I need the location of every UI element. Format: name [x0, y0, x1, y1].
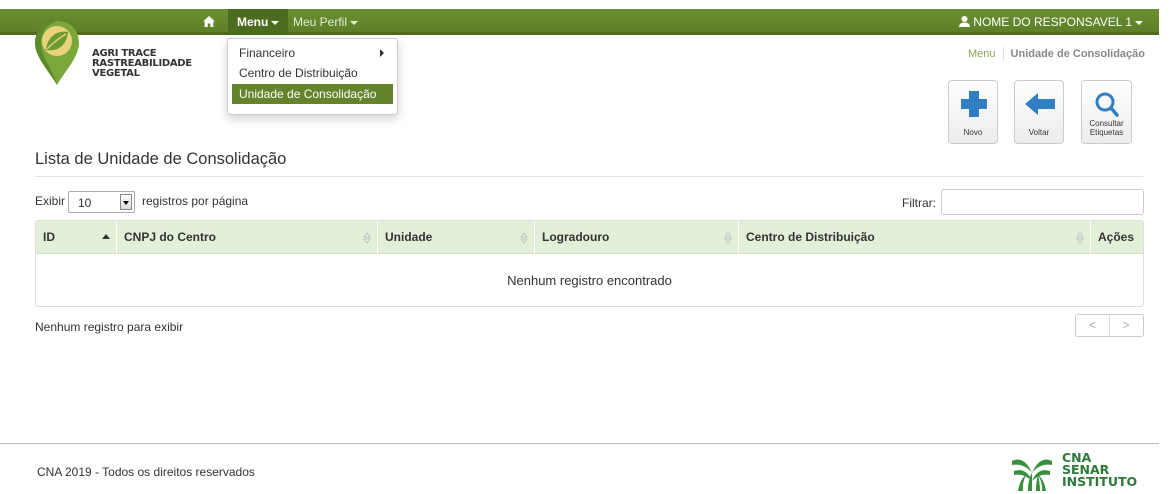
column-header-unidade[interactable]: Unidade — [378, 221, 535, 254]
page-size-select[interactable]: 10 — [68, 191, 135, 213]
column-header-cnpj[interactable]: CNPJ do Centro — [117, 221, 378, 254]
title-divider — [35, 176, 1143, 177]
profile-label: Meu Perfil — [293, 15, 348, 29]
chevron-right-icon — [380, 49, 384, 57]
per-page-label: registros por página — [142, 194, 249, 208]
pagination: < > — [1075, 314, 1144, 337]
menu-item-financeiro[interactable]: Financeiro — [228, 43, 397, 63]
consult-labels-button-label: Consultar Etiquetas — [1082, 119, 1131, 137]
previous-page-button[interactable]: < — [1076, 315, 1110, 336]
column-header-label: Centro de Distribuição — [746, 230, 875, 244]
user-icon — [959, 16, 971, 27]
new-button[interactable]: Novo — [948, 80, 998, 144]
cna-senar-logo-text: CNA SENAR INSTITUTO — [1062, 451, 1138, 489]
menu-item-label: Centro de Distribuição — [239, 66, 358, 80]
consult-labels-button[interactable]: Consultar Etiquetas — [1081, 80, 1132, 144]
footer-copyright: CNA 2019 - Todos os direitos reservados — [37, 465, 255, 479]
back-button-label: Voltar — [1028, 128, 1050, 137]
plus-icon — [961, 91, 987, 117]
profile-dropdown-toggle[interactable]: Meu Perfil — [287, 9, 364, 35]
agritrace-logo[interactable] — [33, 19, 81, 87]
logo-line-3: INSTITUTO — [1062, 474, 1138, 489]
sort-icon — [363, 232, 371, 244]
menu-item-unidade-consolidacao[interactable]: Unidade de Consolidação — [232, 84, 393, 104]
menu-label: Menu — [237, 15, 269, 29]
user-name: NOME DO RESPONSAVEL 1 — [973, 15, 1132, 29]
sort-ascending-icon — [102, 234, 110, 239]
arrow-left-icon — [1025, 93, 1055, 115]
column-header-id[interactable]: ID — [36, 221, 117, 254]
column-header-label: CNPJ do Centro — [124, 230, 217, 244]
new-button-label: Novo — [963, 128, 983, 137]
menu-dropdown-toggle[interactable]: Menu — [228, 9, 289, 35]
brand-line-3: VEGETAL — [92, 68, 140, 79]
next-page-button[interactable]: > — [1109, 315, 1143, 336]
chevron-down-icon — [120, 194, 132, 210]
back-button[interactable]: Voltar — [1014, 80, 1064, 144]
chevron-down-icon — [271, 20, 280, 25]
breadcrumb: Menu Unidade de Consolidação — [968, 47, 1145, 61]
consolidation-units-table: ID CNPJ do Centro Unidade Logradouro Cen… — [35, 220, 1144, 307]
navbar-bar: Menu Meu Perfil NOME DO RESPONSAVEL 1 — [0, 9, 1159, 35]
menu-dropdown: Financeiro Centro de Distribuição Unidad… — [227, 38, 398, 115]
column-header-centro-distribuicao[interactable]: Centro de Distribuição — [739, 221, 1091, 254]
consult-label-line-1: Consultar — [1089, 119, 1124, 128]
breadcrumb-current: Unidade de Consolidação — [1010, 47, 1145, 60]
filter-input[interactable] — [941, 189, 1144, 215]
column-header-label: ID — [43, 230, 55, 244]
menu-item-label: Financeiro — [239, 46, 296, 60]
breadcrumb-link-menu[interactable]: Menu — [968, 48, 996, 60]
breadcrumb-divider — [1002, 47, 1004, 61]
chevron-down-icon — [350, 20, 359, 25]
chevron-down-icon — [1135, 20, 1143, 25]
menu-item-centro-distribuicao[interactable]: Centro de Distribuição — [228, 63, 397, 83]
brand-name: AGRI TRACE RASTREABILIDADE VEGETAL — [92, 49, 192, 79]
empty-table-message: Nenhum registro encontrado — [507, 273, 672, 288]
menu-item-label: Unidade de Consolidação — [239, 87, 377, 101]
home-icon[interactable] — [198, 12, 220, 32]
page-size-value: 10 — [78, 196, 92, 210]
column-header-acoes: Ações — [1091, 221, 1143, 254]
sort-icon — [724, 232, 732, 244]
footer-divider — [0, 443, 1159, 444]
column-header-label: Unidade — [385, 230, 433, 244]
consult-label-line-2: Etiquetas — [1089, 128, 1124, 137]
column-header-label: Ações — [1098, 230, 1135, 244]
sort-icon — [520, 232, 528, 244]
filter-label: Filtrar: — [902, 196, 936, 210]
top-navbar: Menu Meu Perfil NOME DO RESPONSAVEL 1 — [0, 0, 1173, 42]
page-title: Lista de Unidade de Consolidação — [35, 150, 287, 168]
sort-icon — [1076, 232, 1084, 244]
table-info: Nenhum registro para exibir — [35, 320, 184, 334]
column-header-label: Logradouro — [542, 230, 610, 244]
column-header-logradouro[interactable]: Logradouro — [535, 221, 739, 254]
page-size-label: Exibir — [35, 194, 66, 208]
table-header: ID CNPJ do Centro Unidade Logradouro Cen… — [36, 221, 1143, 254]
user-dropdown-toggle[interactable]: NOME DO RESPONSAVEL 1 — [959, 9, 1143, 35]
cna-senar-logo-icon[interactable] — [1010, 451, 1054, 491]
search-icon — [1095, 92, 1119, 117]
